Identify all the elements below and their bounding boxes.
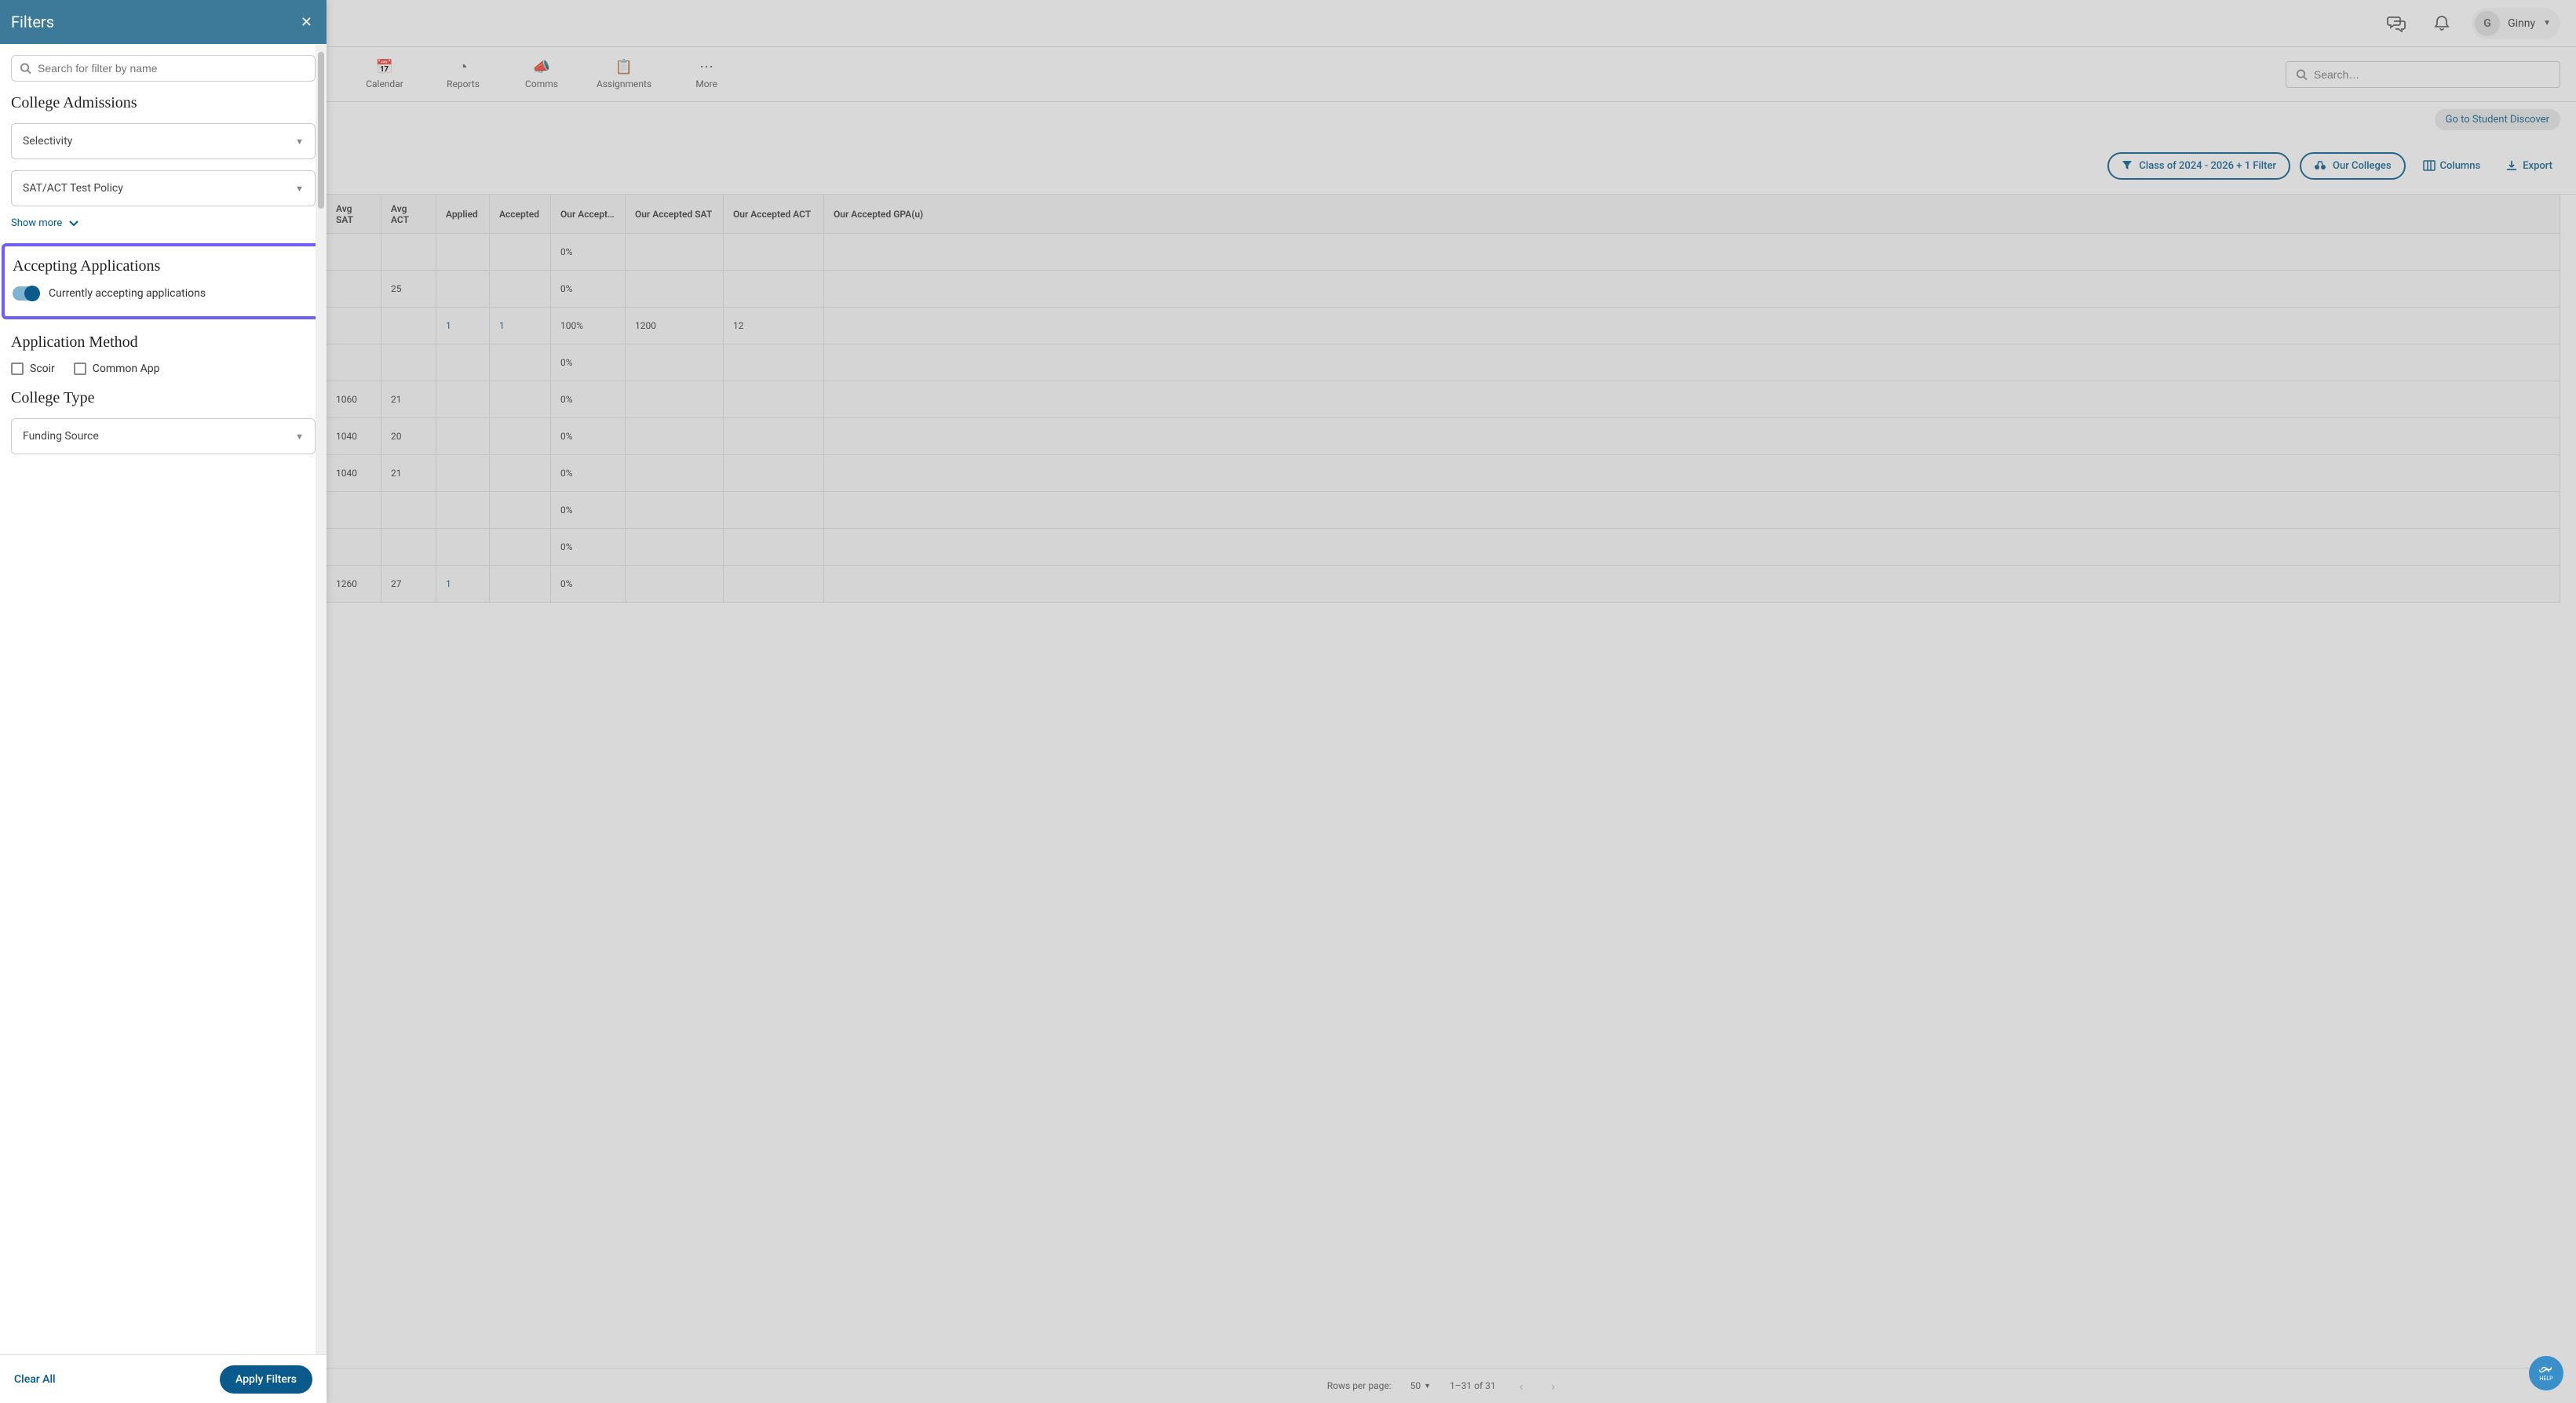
method-checkbox-row: Scoir Common App bbox=[11, 363, 316, 375]
filters-body: College Admissions Selectivity ▼ SAT/ACT… bbox=[0, 44, 327, 1354]
caret-down-icon: ▼ bbox=[295, 184, 304, 194]
show-more-link[interactable]: Show more bbox=[11, 217, 316, 229]
panel-scrollbar[interactable] bbox=[316, 44, 327, 1354]
checkbox-common-app[interactable]: Common App bbox=[74, 363, 160, 375]
dropdown-funding-label: Funding Source bbox=[23, 430, 99, 443]
help-label: HELP bbox=[2539, 1376, 2552, 1382]
search-icon bbox=[20, 62, 31, 75]
section-college-admissions: College Admissions bbox=[11, 94, 316, 112]
dropdown-selectivity-label: Selectivity bbox=[23, 135, 72, 148]
modal-backdrop[interactable] bbox=[0, 0, 2576, 1403]
checkbox-scoir[interactable]: Scoir bbox=[11, 363, 55, 375]
section-method: Application Method bbox=[11, 333, 316, 352]
toggle-row: Currently accepting applications bbox=[13, 286, 314, 301]
chevron-down-icon bbox=[68, 220, 79, 228]
dropdown-funding[interactable]: Funding Source ▼ bbox=[11, 418, 316, 454]
dropdown-test-policy-label: SAT/ACT Test Policy bbox=[23, 182, 123, 195]
filter-search[interactable] bbox=[11, 55, 316, 82]
filters-footer: Clear All Apply Filters bbox=[0, 1354, 327, 1403]
apply-filters-button[interactable]: Apply Filters bbox=[220, 1365, 312, 1394]
section-college-type: College Type bbox=[11, 389, 316, 407]
caret-down-icon: ▼ bbox=[295, 432, 304, 442]
clear-all-button[interactable]: Clear All bbox=[14, 1373, 56, 1386]
filter-search-input[interactable] bbox=[38, 62, 307, 75]
dropdown-test-policy[interactable]: SAT/ACT Test Policy ▼ bbox=[11, 170, 316, 206]
filters-header: Filters ✕ bbox=[0, 0, 327, 44]
section-accepting: Accepting Applications bbox=[13, 257, 314, 275]
checkbox-box bbox=[11, 363, 24, 375]
accepting-applications-highlight: Accepting Applications Currently accepti… bbox=[2, 243, 325, 319]
caret-down-icon: ▼ bbox=[295, 137, 304, 147]
checkbox-scoir-label: Scoir bbox=[30, 363, 55, 375]
filters-title: Filters bbox=[11, 13, 54, 31]
show-more-label: Show more bbox=[11, 217, 62, 229]
close-icon[interactable]: ✕ bbox=[297, 11, 316, 34]
accepting-toggle-label: Currently accepting applications bbox=[49, 287, 206, 300]
help-fab[interactable]: HELP bbox=[2529, 1356, 2563, 1390]
dropdown-selectivity[interactable]: Selectivity ▼ bbox=[11, 123, 316, 159]
filters-panel: Filters ✕ College Admissions Selectivity… bbox=[0, 0, 327, 1403]
checkbox-common-label: Common App bbox=[93, 363, 160, 375]
accepting-toggle[interactable] bbox=[13, 286, 39, 301]
infinity-icon bbox=[2538, 1365, 2554, 1376]
checkbox-box bbox=[74, 363, 86, 375]
